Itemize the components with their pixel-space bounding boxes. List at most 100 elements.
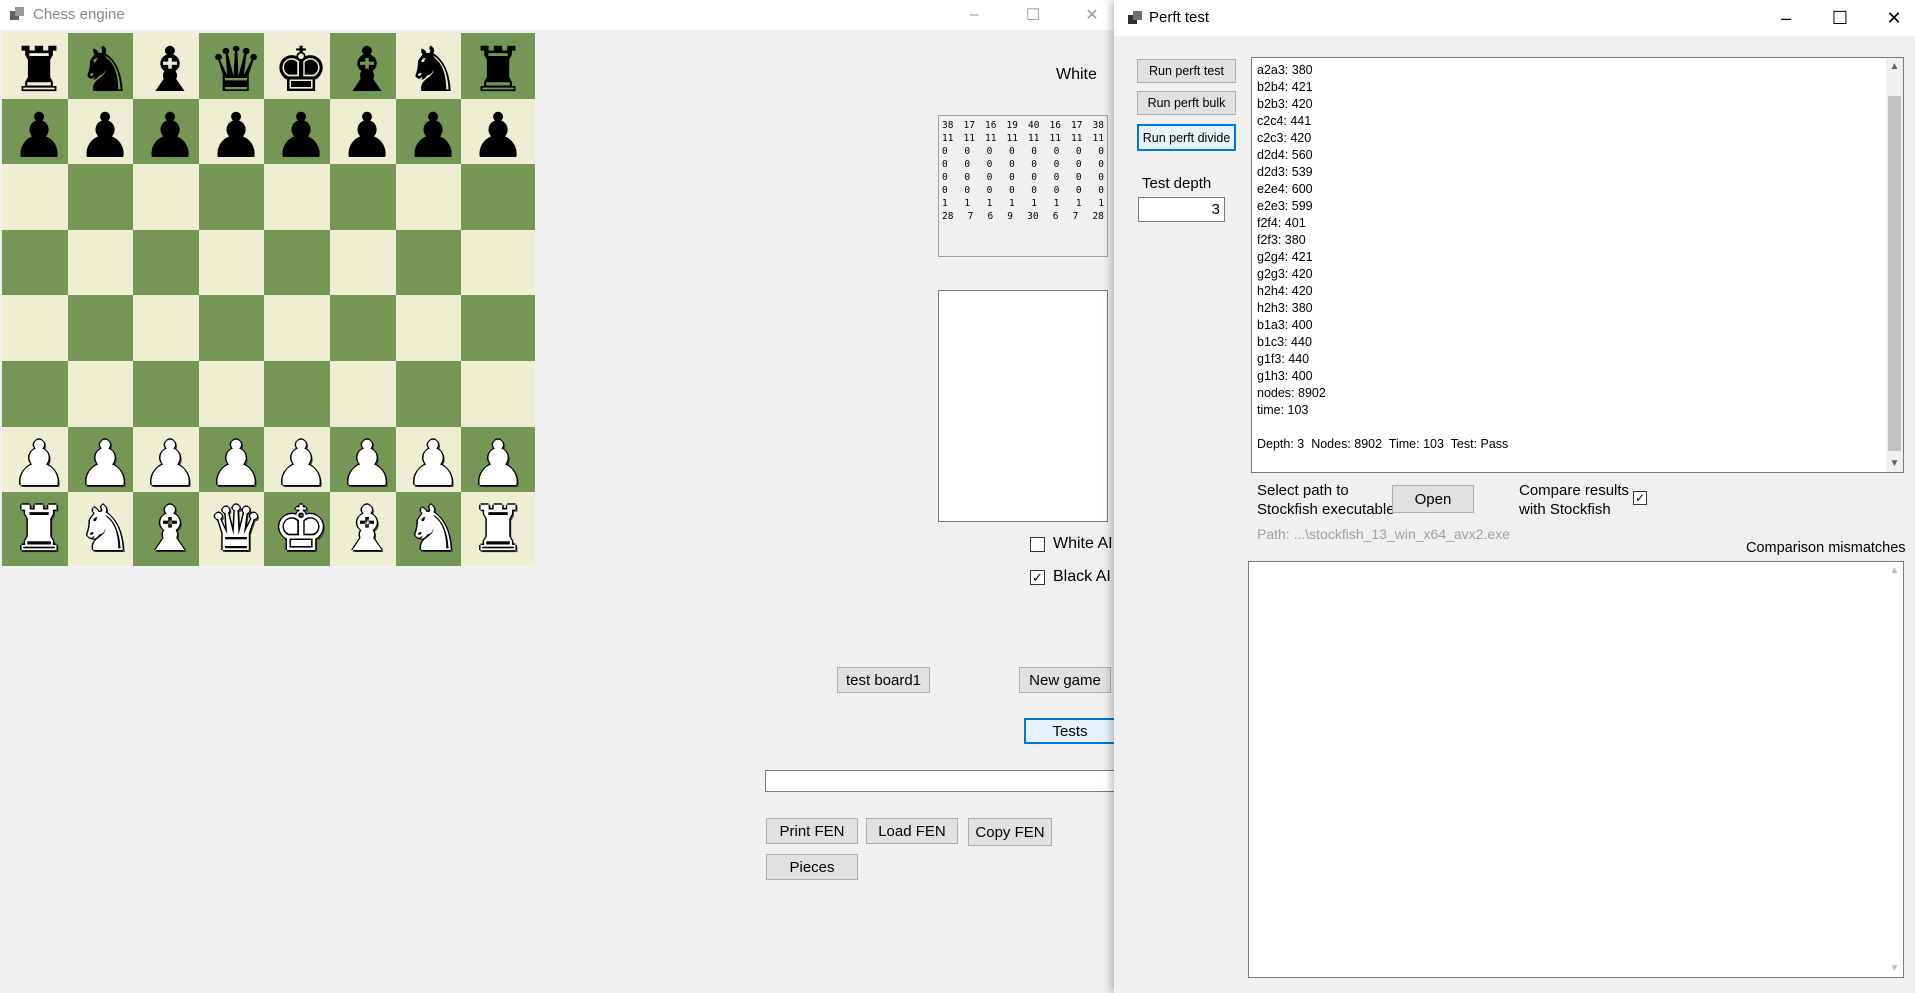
square-e3[interactable] — [264, 361, 338, 435]
black-knight-icon[interactable]: ♞ — [77, 39, 133, 101]
white-knight-icon[interactable]: ♞ — [77, 498, 133, 560]
square-g2[interactable]: ♟ — [396, 427, 470, 501]
square-a8[interactable]: ♜ — [2, 33, 76, 107]
square-c5[interactable] — [133, 230, 207, 304]
square-e2[interactable]: ♟ — [264, 427, 338, 501]
square-c8[interactable]: ♝ — [133, 33, 207, 107]
black-pawn-icon[interactable]: ♟ — [339, 105, 395, 167]
white-pawn-icon[interactable]: ♟ — [208, 433, 264, 495]
square-g1[interactable]: ♞ — [396, 492, 470, 566]
square-c6[interactable] — [133, 164, 207, 238]
maximize-icon[interactable]: ☐ — [1817, 0, 1863, 36]
test-depth-input[interactable]: 3 — [1138, 197, 1225, 222]
white-pawn-icon[interactable]: ♟ — [405, 433, 461, 495]
white-pawn-icon[interactable]: ♟ — [11, 433, 67, 495]
close-icon[interactable]: ✕ — [1871, 0, 1915, 36]
black-pawn-icon[interactable]: ♟ — [470, 105, 526, 167]
output-scrollbar[interactable]: ▲ ▼ — [1886, 58, 1903, 472]
minimize-icon[interactable]: – — [1763, 0, 1809, 36]
square-f4[interactable] — [330, 295, 404, 369]
white-pawn-icon[interactable]: ♟ — [142, 433, 198, 495]
square-h6[interactable] — [461, 164, 535, 238]
maximize-icon[interactable]: ☐ — [1010, 0, 1056, 30]
square-b8[interactable]: ♞ — [68, 33, 142, 107]
square-g5[interactable] — [396, 230, 470, 304]
square-d8[interactable]: ♛ — [199, 33, 273, 107]
square-g3[interactable] — [396, 361, 470, 435]
square-d7[interactable]: ♟ — [199, 99, 273, 173]
square-h3[interactable] — [461, 361, 535, 435]
square-f3[interactable] — [330, 361, 404, 435]
square-g8[interactable]: ♞ — [396, 33, 470, 107]
square-e4[interactable] — [264, 295, 338, 369]
move-list-box[interactable] — [938, 290, 1108, 522]
square-c2[interactable]: ♟ — [133, 427, 207, 501]
square-a3[interactable] — [2, 361, 76, 435]
square-a7[interactable]: ♟ — [2, 99, 76, 173]
square-d6[interactable] — [199, 164, 273, 238]
square-d2[interactable]: ♟ — [199, 427, 273, 501]
black-bishop-icon[interactable]: ♝ — [142, 39, 198, 101]
pieces-button[interactable]: Pieces — [766, 854, 858, 880]
black-rook-icon[interactable]: ♜ — [11, 39, 67, 101]
load-fen-button[interactable]: Load FEN — [866, 818, 958, 844]
white-pawn-icon[interactable]: ♟ — [273, 433, 329, 495]
white-knight-icon[interactable]: ♞ — [405, 498, 461, 560]
square-h5[interactable] — [461, 230, 535, 304]
scroll-down-icon[interactable]: ▼ — [1886, 960, 1903, 977]
white-ai-checkbox-box[interactable] — [1030, 536, 1045, 552]
square-b3[interactable] — [68, 361, 142, 435]
scroll-up-icon[interactable]: ▲ — [1886, 562, 1903, 579]
square-g6[interactable] — [396, 164, 470, 238]
square-e5[interactable] — [264, 230, 338, 304]
scroll-down-icon[interactable]: ▼ — [1886, 455, 1903, 472]
black-knight-icon[interactable]: ♞ — [405, 39, 461, 101]
square-a1[interactable]: ♜ — [2, 492, 76, 566]
square-c7[interactable]: ♟ — [133, 99, 207, 173]
square-d4[interactable] — [199, 295, 273, 369]
square-h2[interactable]: ♟ — [461, 427, 535, 501]
square-d1[interactable]: ♛ — [199, 492, 273, 566]
square-a2[interactable]: ♟ — [2, 427, 76, 501]
square-e8[interactable]: ♚ — [264, 33, 338, 107]
white-ai-checkbox[interactable]: White AI — [1030, 535, 1113, 553]
square-f2[interactable]: ♟ — [330, 427, 404, 501]
black-pawn-icon[interactable]: ♟ — [142, 105, 198, 167]
square-c3[interactable] — [133, 361, 207, 435]
square-b4[interactable] — [68, 295, 142, 369]
white-bishop-icon[interactable]: ♝ — [142, 498, 198, 560]
black-pawn-icon[interactable]: ♟ — [405, 105, 461, 167]
check-icon[interactable]: ✓ — [1030, 569, 1045, 585]
square-e6[interactable] — [264, 164, 338, 238]
square-b1[interactable]: ♞ — [68, 492, 142, 566]
open-button[interactable]: Open — [1392, 485, 1474, 513]
white-queen-icon[interactable]: ♛ — [208, 498, 264, 560]
white-rook-icon[interactable]: ♜ — [11, 498, 67, 560]
run-perft-test-button[interactable]: Run perft test — [1137, 59, 1236, 83]
square-b6[interactable] — [68, 164, 142, 238]
white-pawn-icon[interactable]: ♟ — [470, 433, 526, 495]
test-board-button[interactable]: test board1 — [837, 667, 930, 693]
close-icon[interactable]: ✕ — [1069, 0, 1115, 30]
compare-checkbox[interactable]: ✓ — [1633, 491, 1647, 505]
tests-button[interactable]: Tests — [1024, 718, 1116, 744]
print-fen-button[interactable]: Print FEN — [766, 818, 858, 844]
square-h8[interactable]: ♜ — [461, 33, 535, 107]
square-h7[interactable]: ♟ — [461, 99, 535, 173]
square-b7[interactable]: ♟ — [68, 99, 142, 173]
scroll-up-icon[interactable]: ▲ — [1886, 58, 1903, 75]
black-pawn-icon[interactable]: ♟ — [11, 105, 67, 167]
black-queen-icon[interactable]: ♛ — [208, 39, 264, 101]
new-game-button[interactable]: New game — [1019, 667, 1111, 693]
copy-fen-button[interactable]: Copy FEN — [968, 818, 1052, 846]
white-pawn-icon[interactable]: ♟ — [339, 433, 395, 495]
comparison-mismatches-box[interactable]: ▲ ▼ — [1248, 561, 1904, 978]
white-pawn-icon[interactable]: ♟ — [77, 433, 133, 495]
black-king-icon[interactable]: ♚ — [273, 39, 329, 101]
square-g4[interactable] — [396, 295, 470, 369]
square-e1[interactable]: ♚ — [264, 492, 338, 566]
perft-output-box[interactable]: a2a3: 380 b2b4: 421 b2b3: 420 c2c4: 441 c2c3… — [1251, 57, 1904, 473]
square-f1[interactable]: ♝ — [330, 492, 404, 566]
square-a6[interactable] — [2, 164, 76, 238]
white-bishop-icon[interactable]: ♝ — [339, 498, 395, 560]
